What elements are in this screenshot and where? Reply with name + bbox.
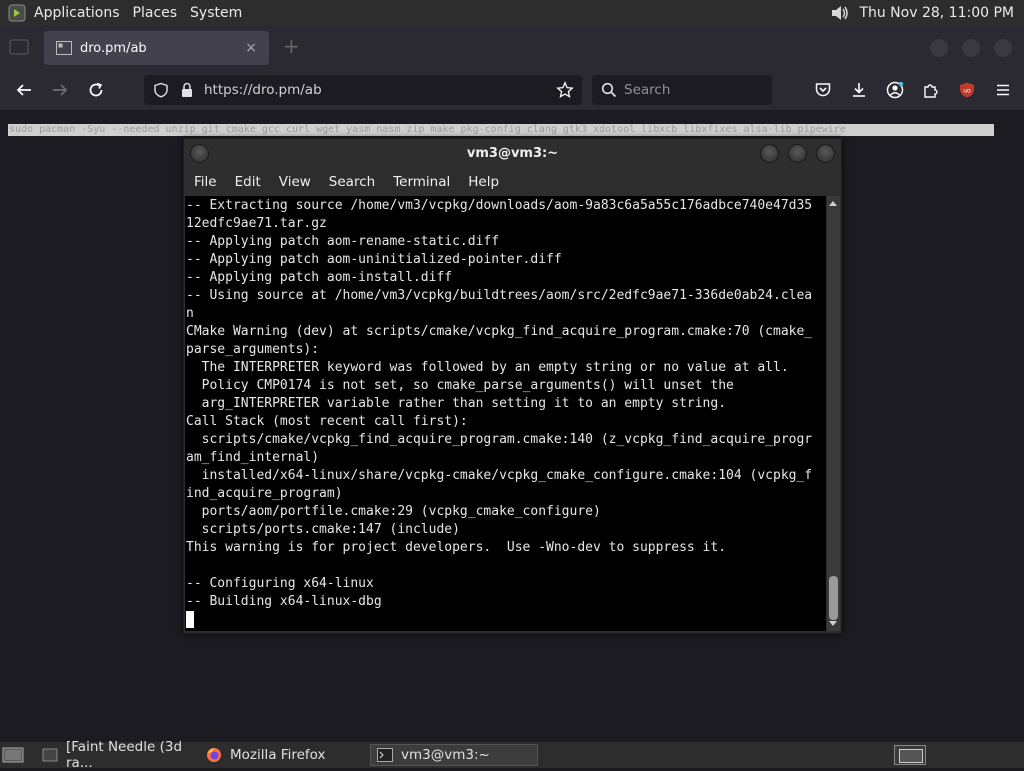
- terminal-window-controls: [760, 144, 835, 163]
- menu-search[interactable]: Search: [320, 174, 384, 190]
- terminal-scrollbar[interactable]: [827, 196, 840, 631]
- terminal-icon: [377, 747, 393, 763]
- page-selected-text[interactable]: sudo pacman -Syu --needed unzip git cmak…: [8, 124, 994, 136]
- panel-tray: Thu Nov 28, 11:00 PM: [829, 3, 1024, 23]
- search-icon: [600, 81, 618, 99]
- terminal-window: vm3@vm3:~ File Edit View Search Terminal…: [183, 138, 842, 634]
- new-tab-button[interactable]: +: [283, 34, 300, 58]
- terminal-title: vm3@vm3:~: [466, 145, 559, 161]
- terminal-line: 12edfc9ae71.tar.gz: [186, 216, 327, 231]
- tracking-protection-shield-icon[interactable]: [152, 81, 170, 99]
- taskbar-item-terminal[interactable]: vm3@vm3:~: [370, 744, 538, 766]
- account-icon[interactable]: [884, 79, 906, 101]
- search-bar[interactable]: Search: [592, 75, 772, 105]
- ublock-origin-icon[interactable]: uo: [956, 79, 978, 101]
- terminal-line: scripts/cmake/vcpkg_find_acquire_program…: [186, 432, 813, 447]
- search-placeholder: Search: [624, 82, 671, 98]
- terminal-line: am_find_internal): [186, 450, 320, 465]
- terminal-line: Policy CMP0174 is not set, so cmake_pars…: [186, 378, 734, 393]
- volume-icon[interactable]: [829, 3, 851, 23]
- taskbar-item-firefox[interactable]: Mozilla Firefox: [200, 744, 366, 766]
- terminal-line: installed/x64-linux/share/vcpkg-cmake/vc…: [186, 468, 813, 483]
- top-panel: Applications Places System Thu Nov 28, 1…: [0, 0, 1024, 25]
- page-favicon-icon: [56, 41, 72, 55]
- terminal-line: This warning is for project developers. …: [186, 540, 727, 555]
- url-text: https://dro.pm/ab: [204, 82, 322, 98]
- terminal-line: ports/aom/portfile.cmake:29 (vcpkg_cmake…: [186, 504, 601, 519]
- terminal-maximize-button[interactable]: [788, 144, 807, 163]
- menu-file[interactable]: File: [184, 174, 226, 190]
- terminal-output[interactable]: -- Extracting source /home/vm3/vcpkg/dow…: [185, 196, 826, 631]
- window-menu-button[interactable]: [190, 144, 209, 163]
- extensions-puzzle-icon[interactable]: [920, 79, 942, 101]
- terminal-close-button[interactable]: [816, 144, 835, 163]
- menu-view[interactable]: View: [270, 174, 320, 190]
- browser-tab-bar: dro.pm/ab × +: [0, 25, 1024, 70]
- menu-terminal[interactable]: Terminal: [384, 174, 459, 190]
- workspace-switcher[interactable]: [894, 745, 926, 765]
- window-icon: [42, 747, 58, 763]
- terminal-line: -- Applying patch aom-install.diff: [186, 270, 453, 285]
- forward-arrow-icon[interactable]: [49, 79, 71, 101]
- terminal-titlebar[interactable]: vm3@vm3:~: [184, 139, 841, 167]
- minimize-button[interactable]: [930, 39, 948, 57]
- firefox-icon: [206, 747, 222, 763]
- clock[interactable]: Thu Nov 28, 11:00 PM: [859, 5, 1014, 21]
- back-arrow-icon[interactable]: [13, 79, 35, 101]
- applications-menu[interactable]: Applications: [34, 5, 129, 21]
- terminal-line: -- Using source at /home/vm3/vcpkg/build…: [186, 288, 813, 303]
- workspace-1[interactable]: [899, 749, 923, 763]
- browser-nav-bar: https://dro.pm/ab Search uo: [0, 70, 1024, 111]
- menu-edit[interactable]: Edit: [226, 174, 270, 190]
- terminal-line: -- Applying patch aom-uninitialized-poin…: [186, 252, 562, 267]
- terminal-line: -- Applying patch aom-rename-static.diff: [186, 234, 500, 249]
- terminal-line: Call Stack (most recent call first):: [186, 414, 468, 429]
- bookmark-star-icon[interactable]: [556, 81, 574, 99]
- terminal-line: -- Building x64-linux-dbg: [186, 594, 382, 609]
- taskbar-item-label: vm3@vm3:~: [401, 747, 490, 763]
- terminal-line: parse_arguments):: [186, 342, 320, 357]
- taskbar-item-faint-needle[interactable]: [Faint Needle (3d ra...: [36, 739, 196, 771]
- terminal-line: arg_INTERPRETER variable rather than set…: [186, 396, 727, 411]
- reload-icon[interactable]: [85, 79, 107, 101]
- terminal-line: scripts/ports.cmake:147 (include): [186, 522, 460, 537]
- show-desktop-icon[interactable]: [2, 746, 24, 764]
- tab-title: dro.pm/ab: [80, 40, 147, 56]
- url-bar[interactable]: https://dro.pm/ab: [144, 75, 582, 105]
- maximize-button[interactable]: [962, 39, 980, 57]
- scroll-up-arrow-icon[interactable]: [829, 201, 837, 206]
- pocket-icon[interactable]: [812, 79, 834, 101]
- terminal-line: n: [186, 306, 194, 321]
- hamburger-menu-icon[interactable]: [992, 79, 1014, 101]
- browser-window-controls: [930, 39, 1012, 57]
- taskbar-item-label: Mozilla Firefox: [230, 747, 326, 763]
- terminal-minimize-button[interactable]: [760, 144, 779, 163]
- downloads-icon[interactable]: [848, 79, 870, 101]
- scrollbar-thumb[interactable]: [829, 576, 838, 620]
- scroll-down-arrow-icon[interactable]: [829, 621, 837, 626]
- distro-logo-icon[interactable]: [8, 4, 26, 22]
- terminal-line: The INTERPRETER keyword was followed by …: [186, 360, 789, 375]
- terminal-line: -- Configuring x64-linux: [186, 576, 374, 591]
- places-menu[interactable]: Places: [133, 5, 187, 21]
- svg-text:uo: uo: [963, 88, 971, 95]
- browser-tab[interactable]: dro.pm/ab ×: [44, 31, 269, 65]
- system-menu[interactable]: System: [190, 5, 251, 21]
- terminal-line: -- Extracting source /home/vm3/vcpkg/dow…: [186, 198, 813, 213]
- browser-toolbar-icons: uo: [812, 79, 1014, 101]
- menu-help[interactable]: Help: [459, 174, 508, 190]
- list-all-tabs-icon[interactable]: [8, 37, 30, 57]
- terminal-line: CMake Warning (dev) at scripts/cmake/vcp…: [186, 324, 813, 339]
- terminal-line: ind_acquire_program): [186, 486, 343, 501]
- close-tab-icon[interactable]: ×: [245, 40, 257, 56]
- taskbar-item-label: [Faint Needle (3d ra...: [66, 739, 183, 771]
- terminal-menubar: File Edit View Search Terminal Help: [184, 169, 841, 195]
- close-window-button[interactable]: [994, 39, 1012, 57]
- lock-icon[interactable]: [178, 81, 196, 99]
- terminal-text: -- Extracting source /home/vm3/vcpkg/dow…: [185, 196, 826, 611]
- bottom-panel: [Faint Needle (3d ra... Mozilla Firefox …: [0, 739, 1024, 771]
- text-cursor: [186, 611, 194, 628]
